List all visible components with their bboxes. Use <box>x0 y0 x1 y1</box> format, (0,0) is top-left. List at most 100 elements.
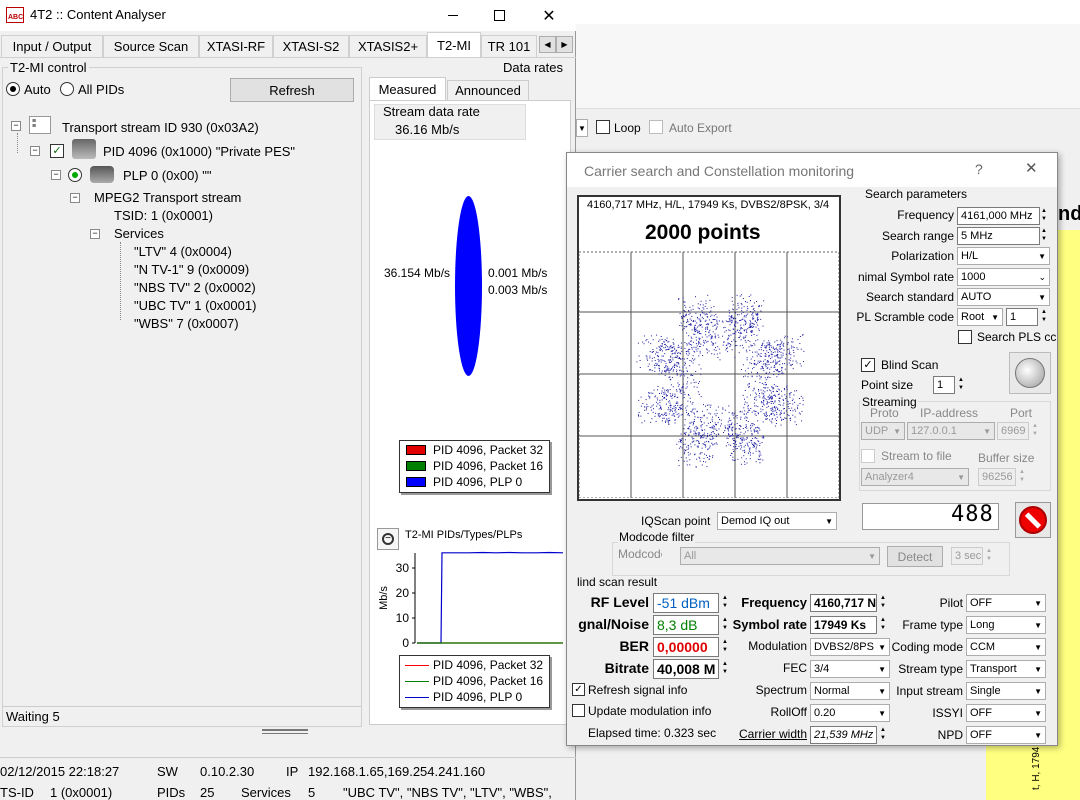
modulation-select[interactable]: DVBS2/8PS ▼ <box>810 638 890 656</box>
pilot-select[interactable]: OFF ▼ <box>966 594 1046 612</box>
constellation-point <box>706 404 708 406</box>
port-spinner[interactable]: ▲ ▼ <box>1029 422 1041 440</box>
expand-toggle[interactable]: − <box>11 121 21 131</box>
close-button[interactable]: ✕ <box>522 0 576 30</box>
frequency-spinner[interactable]: ▲ ▼ <box>1038 207 1050 225</box>
dialog-close-button[interactable]: ✕ <box>1025 159 1045 179</box>
tree-services[interactable]: Services <box>114 226 164 241</box>
tree-service-item[interactable]: "WBS" 7 (0x0007) <box>134 316 239 331</box>
blind-scan-checkbox[interactable]: ✓ <box>861 358 875 372</box>
search-range-input[interactable]: 5 MHz <box>957 227 1040 245</box>
expand-toggle[interactable]: − <box>30 146 40 156</box>
help-button[interactable]: ? <box>975 161 991 179</box>
tree-mpeg2-ts[interactable]: MPEG2 Transport stream <box>94 190 241 205</box>
point-size-spinner[interactable]: ▲ ▼ <box>955 376 967 394</box>
proto-select[interactable]: UDP ▼ <box>861 422 905 440</box>
tab-tr101[interactable]: TR 101 <box>481 35 537 57</box>
auto-export-checkbox[interactable] <box>649 120 663 134</box>
polarization-select[interactable]: H/L ▼ <box>957 247 1050 265</box>
search-range-spinner[interactable]: ▲ ▼ <box>1038 227 1050 245</box>
tab-xtasis2plus[interactable]: XTASIS2+ <box>349 35 427 57</box>
frame-type-select[interactable]: Long ▼ <box>966 616 1046 634</box>
detect-button[interactable]: Detect <box>887 546 943 567</box>
satellite-dish-button[interactable] <box>1009 352 1051 394</box>
input-stream-select[interactable]: Single ▼ <box>966 682 1046 700</box>
detect-seconds-input[interactable]: 3 sec <box>951 547 983 565</box>
tab-source-scan[interactable]: Source Scan <box>103 35 199 57</box>
dropdown-arrow-icon: ▼ <box>1034 686 1042 696</box>
rolloff-select[interactable]: 0.20 ▼ <box>810 704 890 722</box>
detect-seconds-spinner[interactable]: ▲ ▼ <box>983 547 995 565</box>
rf-level-spinner[interactable]: ▲ ▼ <box>719 594 731 612</box>
point-size-input[interactable]: 1 <box>933 376 955 394</box>
tree-pid[interactable]: PID 4096 (0x1000) "Private PES" <box>103 144 295 159</box>
tree-service-item[interactable]: "LTV" 4 (0x0004) <box>134 244 232 259</box>
pl-scramble-select[interactable]: Root ▼ <box>957 308 1003 326</box>
iqscan-select[interactable]: Demod IQ out ▼ <box>717 512 837 530</box>
constellation-point <box>743 329 745 331</box>
issyi-select[interactable]: OFF ▼ <box>966 704 1046 722</box>
tree-plp[interactable]: PLP 0 (0x00) "" <box>123 168 211 183</box>
tree-service-item[interactable]: "NBS TV" 2 (0x0002) <box>134 280 256 295</box>
port-input[interactable]: 6969 <box>997 422 1029 440</box>
radio-auto[interactable] <box>6 82 20 96</box>
constellation-point <box>706 308 708 310</box>
constellation-point <box>673 343 675 345</box>
carrier-width-label[interactable]: Carrier width <box>727 727 807 741</box>
update-mod-checkbox[interactable] <box>572 704 585 717</box>
constellation-point <box>740 324 742 326</box>
expand-toggle[interactable]: − <box>70 193 80 203</box>
min-symbol-select[interactable]: 1000 ⌄ <box>957 268 1050 286</box>
tab-input-output[interactable]: Input / Output <box>1 35 103 57</box>
spectrum-select[interactable]: Normal ▼ <box>810 682 890 700</box>
subtab-measured[interactable]: Measured <box>369 77 446 100</box>
maximize-button[interactable] <box>476 0 522 30</box>
refresh-signal-checkbox[interactable]: ✓ <box>572 683 585 696</box>
search-standard-select[interactable]: AUTO ▼ <box>957 288 1050 306</box>
tree-tsid[interactable]: TSID: 1 (0x0001) <box>114 208 213 223</box>
constellation-point <box>669 362 671 364</box>
constellation-point <box>790 364 792 366</box>
stream-type-select[interactable]: Transport ▼ <box>966 660 1046 678</box>
stream-to-file-checkbox[interactable] <box>861 449 875 463</box>
constellation-point <box>760 368 762 370</box>
radio-all-pids[interactable] <box>60 82 74 96</box>
ip-address-select[interactable]: 127.0.0.1 ▼ <box>907 422 995 440</box>
expand-toggle[interactable]: − <box>51 170 61 180</box>
tab-scroll-left-button[interactable]: ◀ <box>539 36 556 53</box>
bg-dropdown-arrow[interactable]: ▼ <box>576 119 588 137</box>
modcode-select[interactable]: All ▼ <box>680 547 880 565</box>
constellation-point <box>750 300 751 301</box>
plp-radio[interactable] <box>68 168 82 182</box>
pl-scramble-spinner[interactable]: ▲ ▼ <box>1038 308 1050 326</box>
refresh-button[interactable]: Refresh <box>230 78 354 102</box>
tab-t2-mi[interactable]: T2-MI <box>427 32 481 58</box>
coding-mode-select[interactable]: CCM ▼ <box>966 638 1046 656</box>
constellation-point <box>726 437 728 439</box>
tree-transport-stream[interactable]: Transport stream ID 930 (0x03A2) <box>62 120 259 135</box>
analyzer-select[interactable]: Analyzer4 ▼ <box>861 468 969 486</box>
npd-select[interactable]: OFF ▼ <box>966 726 1046 744</box>
tab-scroll-right-button[interactable]: ▶ <box>556 36 573 53</box>
search-pls-checkbox[interactable] <box>958 330 972 344</box>
expand-toggle[interactable]: − <box>90 229 100 239</box>
pid-checkbox[interactable]: ✓ <box>50 144 64 158</box>
constellation-point <box>702 318 704 320</box>
tab-xtasi-rf[interactable]: XTASI-RF <box>199 35 273 57</box>
pl-scramble-num-input[interactable]: 1 <box>1006 308 1038 326</box>
tree-service-item[interactable]: "N TV-1" 9 (0x0009) <box>134 262 249 277</box>
frequency-input[interactable]: 4161,000 MHz <box>957 207 1040 225</box>
constellation-point <box>672 395 674 397</box>
loop-checkbox[interactable] <box>596 120 610 134</box>
tree-service-item[interactable]: "UBC TV" 1 (0x0001) <box>134 298 256 313</box>
splitter-handle[interactable] <box>262 729 308 734</box>
status-sw-value: 0.10.2.30 <box>200 764 255 779</box>
constellation-point <box>693 433 695 435</box>
tab-xtasi-s2[interactable]: XTASI-S2 <box>273 35 349 57</box>
buffer-size-spinner[interactable]: ▲ ▼ <box>1016 468 1028 486</box>
subtab-announced[interactable]: Announced <box>447 80 529 100</box>
fec-select[interactable]: 3/4 ▼ <box>810 660 890 678</box>
minimize-button[interactable] <box>430 0 476 30</box>
buffer-size-input[interactable]: 96256 <box>978 468 1016 486</box>
stop-button[interactable] <box>1015 502 1051 538</box>
